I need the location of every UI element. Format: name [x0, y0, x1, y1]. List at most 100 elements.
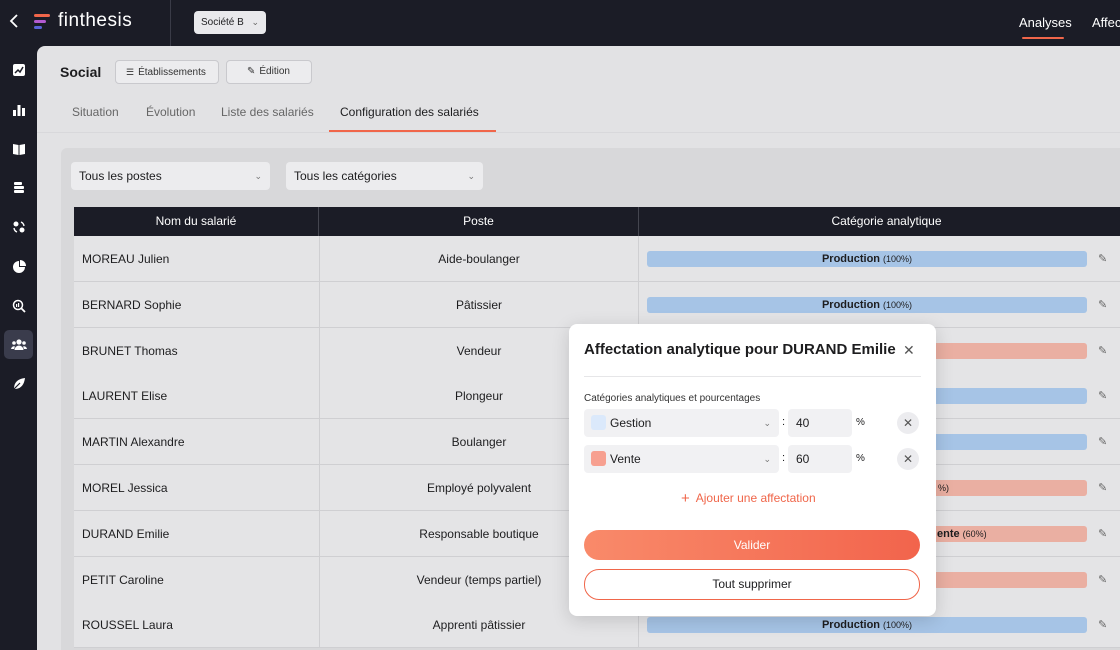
edit-icon[interactable]: ✎ — [1098, 573, 1107, 586]
edition-label: Édition — [259, 66, 290, 77]
postes-filter[interactable]: Tous les postes ⌄ — [71, 162, 270, 190]
chevron-down-icon: ⌄ — [763, 454, 771, 464]
tab-situation[interactable]: Situation — [72, 105, 119, 119]
edition-button[interactable]: ✎ Édition — [226, 60, 312, 84]
category-bar-percent: (100%) — [883, 620, 913, 631]
back-arrow-icon[interactable] — [9, 14, 23, 30]
tab-configuration-salaries[interactable]: Configuration des salariés — [340, 105, 479, 119]
remove-allocation-1-button[interactable]: ✕ — [897, 412, 919, 434]
table-row[interactable]: MOREAU Julien Aide-boulanger Production (10… — [74, 236, 1120, 282]
chevron-down-icon: ⌄ — [763, 418, 771, 428]
remove-allocation-2-button[interactable]: ✕ — [897, 448, 919, 470]
category-bar-percent: (100%) — [883, 254, 913, 264]
category-bar-label: Production — [821, 253, 881, 265]
column-header-categorie[interactable]: Catégorie analytique — [639, 207, 1120, 236]
category-bar: Production (100%) — [647, 251, 1087, 267]
category-bar-label: Production — [821, 298, 881, 311]
sidebar — [0, 46, 37, 650]
validate-button[interactable]: Valider — [584, 530, 920, 560]
etablissements-button[interactable]: ☰ Établissements — [115, 60, 219, 84]
add-allocation-button[interactable]: + Ajouter une affectation — [681, 490, 816, 507]
category-select-1[interactable]: Gestion ⌄ — [584, 409, 779, 437]
category-bar-percent: (60%) — [962, 528, 987, 539]
employee-name: LAURENT Elise — [82, 389, 168, 404]
nav-affectations[interactable]: Affec — [1092, 15, 1120, 30]
employee-name: MARTIN Alexandre — [82, 435, 185, 450]
column-header-poste[interactable]: Poste — [319, 207, 639, 236]
employee-name: DURAND Emilie — [82, 526, 170, 541]
edit-icon[interactable]: ✎ — [1098, 298, 1107, 311]
search-analytics-icon[interactable] — [4, 291, 33, 320]
company-select[interactable]: Société B ⌄ — [194, 11, 266, 34]
edit-icon[interactable]: ✎ — [1098, 389, 1107, 402]
logo-icon — [34, 14, 50, 31]
employee-name: PETIT Caroline — [82, 572, 164, 587]
edit-icon[interactable]: ✎ — [1098, 618, 1107, 631]
percent-sign: % — [856, 417, 865, 428]
employee-name: MOREAU Julien — [82, 252, 170, 266]
percentage-input-2[interactable]: 60 — [788, 445, 852, 473]
trend-icon[interactable] — [4, 55, 33, 84]
pie-chart-icon[interactable] — [4, 252, 33, 281]
affectation-modal: Affectation analytique pour DURAND Emili… — [569, 324, 936, 616]
exchange-icon[interactable] — [4, 212, 33, 241]
table-header: Nom du salarié Poste Catégorie analytiqu… — [74, 207, 1120, 236]
tabs: Situation Évolution Liste des salariés C… — [37, 98, 1120, 132]
chevron-down-icon: ⌄ — [254, 171, 262, 181]
employee-name: MOREL Jessica — [82, 481, 168, 495]
employee-name: BERNARD Sophie — [82, 297, 182, 312]
chevron-down-icon: ⌄ — [251, 17, 259, 27]
edit-icon[interactable]: ✎ — [1098, 252, 1107, 265]
top-divider — [170, 0, 171, 46]
category-bar-label: Production — [821, 619, 881, 632]
categories-filter[interactable]: Tous les catégories ⌄ — [286, 162, 483, 190]
employee-poste: Aide-boulanger — [438, 252, 520, 266]
nav-analyses[interactable]: Analyses — [1019, 15, 1072, 30]
edit-icon[interactable]: ✎ — [1098, 527, 1107, 540]
tab-evolution[interactable]: Évolution — [146, 105, 195, 119]
column-divider — [638, 236, 639, 282]
top-bar: finthesis Société B ⌄ Analyses Affec — [0, 0, 1120, 46]
employee-name: ROUSSEL Laura — [82, 618, 173, 633]
delete-all-button[interactable]: Tout supprimer — [584, 569, 920, 600]
category-bar: Production (100%) — [647, 617, 1087, 634]
percent-sign: % — [856, 453, 865, 464]
modal-divider — [584, 376, 921, 377]
category-select-2-value: Vente — [610, 452, 641, 466]
close-icon[interactable]: ✕ — [903, 342, 915, 359]
postes-filter-value: Tous les postes — [79, 169, 162, 183]
column-header-name[interactable]: Nom du salarié — [74, 207, 319, 236]
tab-active-indicator — [329, 130, 496, 132]
nav-active-indicator — [1022, 37, 1064, 39]
leaf-icon[interactable] — [4, 369, 33, 398]
table-row[interactable]: BERNARD Sophie Pâtissier Production (100%) ✎ — [74, 281, 1120, 328]
chevron-down-icon: ⌄ — [467, 171, 475, 181]
tab-liste-salaries[interactable]: Liste des salariés — [221, 105, 314, 119]
edit-icon[interactable]: ✎ — [1098, 435, 1107, 448]
modal-title: Affectation analytique pour DURAND Emili… — [584, 341, 896, 358]
category-bar-percent: %) — [938, 483, 949, 493]
category-swatch — [591, 415, 606, 430]
category-bar: Production (100%) — [647, 296, 1087, 313]
pencil-icon: ✎ — [247, 66, 256, 77]
list-icon: ☰ — [126, 67, 135, 77]
coins-icon[interactable] — [4, 173, 33, 202]
page-title: Social — [60, 64, 102, 80]
separator: : — [782, 452, 786, 464]
bar-chart-icon[interactable] — [4, 95, 33, 124]
plus-icon: + — [681, 490, 690, 507]
category-bar-percent: (100%) — [883, 299, 913, 310]
employee-poste: Pâtissier — [455, 297, 502, 312]
add-allocation-label: Ajouter une affectation — [695, 491, 816, 505]
app-name: finthesis — [58, 10, 133, 31]
percentage-input-1[interactable]: 40 — [788, 409, 852, 437]
category-swatch — [591, 451, 606, 466]
categories-filter-value: Tous les catégories — [294, 169, 397, 183]
edit-icon[interactable]: ✎ — [1098, 344, 1107, 357]
book-icon[interactable] — [4, 134, 33, 163]
users-icon[interactable] — [4, 330, 33, 359]
category-select-2[interactable]: Vente ⌄ — [584, 445, 779, 473]
tabs-divider — [37, 132, 1120, 133]
edit-icon[interactable]: ✎ — [1098, 481, 1107, 494]
company-select-label: Société B — [201, 17, 244, 28]
